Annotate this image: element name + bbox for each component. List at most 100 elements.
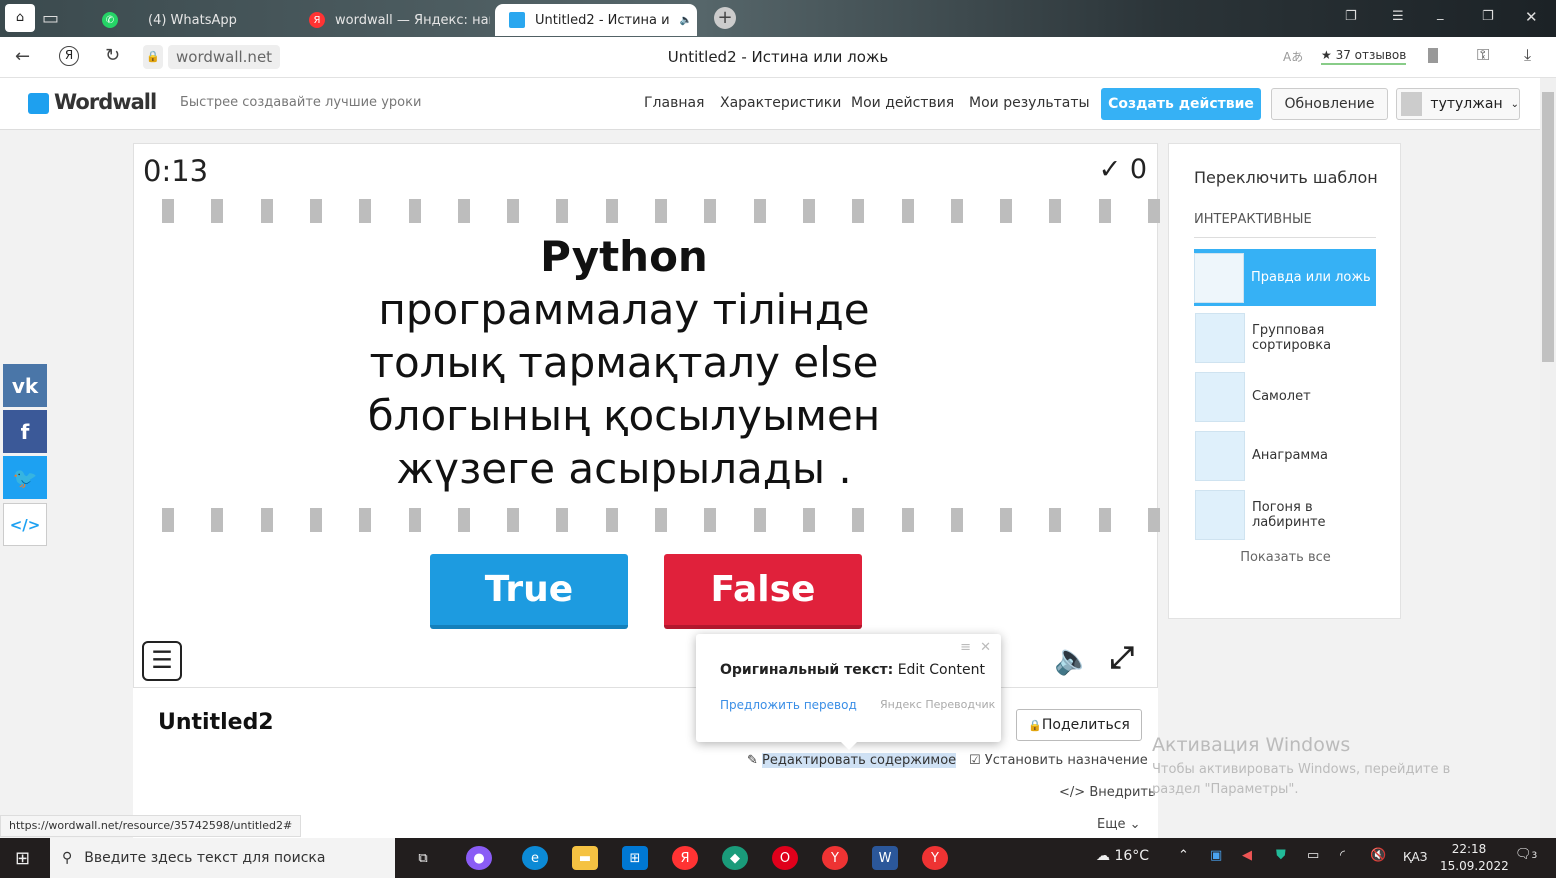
back-icon[interactable]: ←	[15, 46, 30, 67]
twitter-share-icon[interactable]: 🐦	[3, 456, 47, 499]
sound-icon[interactable]: 🔈	[1054, 642, 1091, 677]
collections-icon[interactable]: ❐	[1345, 9, 1357, 24]
restore-icon[interactable]: ❐	[1482, 9, 1494, 24]
nav-features[interactable]: Характеристики	[720, 95, 841, 111]
windows-watermark-title: Активация Windows	[1152, 734, 1351, 756]
translate-icon[interactable]: Aあ	[1283, 48, 1303, 65]
template-anagram[interactable]: Анаграмма	[1195, 427, 1377, 484]
popup-close-icon[interactable]: ✕	[980, 640, 991, 655]
chevron-up-icon[interactable]: ⌃	[1178, 848, 1189, 863]
close-window-icon[interactable]: ✕	[1525, 8, 1538, 26]
reviews-link[interactable]: ★ 37 отзывов	[1321, 48, 1407, 65]
windows-start-icon[interactable]: ⊞	[15, 848, 30, 869]
more-link[interactable]: Еще ⌄	[1097, 817, 1141, 832]
notifications-icon[interactable]: 🗨3	[1515, 847, 1537, 862]
upgrade-button[interactable]: Обновление	[1271, 88, 1388, 120]
yandex-icon[interactable]: Я	[672, 846, 698, 870]
new-tab-button[interactable]: +	[714, 7, 736, 29]
site-header: Wordwall Быстрее создавайте лучшие уроки…	[0, 78, 1540, 130]
dash-mark	[704, 199, 717, 223]
extensions-icon[interactable]: ⚿	[1477, 45, 1489, 65]
dash-mark	[408, 508, 421, 532]
minimize-icon[interactable]: _	[1437, 6, 1444, 21]
edit-content-link[interactable]: ✎ Редактировать содержимое	[747, 753, 957, 768]
menu-icon[interactable]: ☰	[1392, 9, 1404, 24]
yandex-icon: Я	[309, 12, 325, 28]
dash-mark	[211, 508, 224, 532]
browser-tab-bar: ⌂ ▭ ✆ (4) WhatsApp Яwordwall — Яндекс: на…	[0, 0, 1556, 37]
task-view-icon[interactable]: ⧉	[410, 846, 436, 870]
yandex-browser-icon-2[interactable]: Y	[922, 846, 948, 870]
popup-menu-icon[interactable]: ≡	[960, 640, 971, 655]
false-button[interactable]: False	[664, 554, 862, 629]
volume-muted-icon[interactable]: 🔇	[1370, 848, 1386, 863]
dash-mark	[359, 508, 372, 532]
embed-share-icon[interactable]: </>	[3, 503, 47, 546]
dash-mark	[950, 199, 963, 223]
nav-my-results[interactable]: Мои результаты	[969, 95, 1090, 111]
dash-mark	[556, 199, 569, 223]
dash-mark	[802, 199, 815, 223]
store-icon[interactable]: ⊞	[622, 846, 648, 870]
sidebar-section: ИНТЕРАКТИВНЫЕ	[1194, 212, 1312, 227]
user-menu[interactable]: тутулжан ⌄	[1396, 88, 1520, 120]
create-activity-button[interactable]: Создать действие	[1101, 88, 1261, 120]
tray-app-icon[interactable]: ▣	[1210, 848, 1222, 863]
reload-icon[interactable]: ↻	[105, 45, 120, 66]
url-field[interactable]: wordwall.net	[168, 45, 281, 69]
tab-whatsapp[interactable]: ✆ (4) WhatsApp	[88, 4, 288, 36]
explorer-icon[interactable]: ▬	[572, 846, 598, 870]
bookmark-icon[interactable]	[1428, 48, 1438, 63]
dash-mark	[1148, 508, 1160, 532]
download-icon[interactable]: ⤓	[1524, 45, 1531, 65]
dash-mark	[359, 199, 372, 223]
search-icon: ⚲	[62, 850, 73, 866]
opera-icon[interactable]: O	[772, 846, 798, 870]
nav-home[interactable]: Главная	[644, 95, 704, 111]
template-true-false[interactable]: Правда или ложь	[1194, 249, 1376, 306]
vpn-icon[interactable]: ◆	[722, 846, 748, 870]
tray-speaker-icon[interactable]: ◀	[1242, 848, 1252, 863]
lock-icon[interactable]: 🔒	[143, 45, 163, 69]
tab-wordwall[interactable]: Untitled2 - Истина и🔈✕	[495, 4, 697, 36]
dash-mark	[901, 199, 914, 223]
question-text: Python программалау тілінде толық тармақ…	[367, 232, 881, 493]
menu-icon[interactable]: ☰	[142, 641, 182, 681]
taskbar-search[interactable]: ⚲ Введите здесь текст для поиска	[50, 838, 395, 878]
clock[interactable]: 22:18 15.09.2022	[1440, 841, 1509, 875]
status-url: https://wordwall.net/resource/35742598/u…	[0, 815, 302, 837]
fullscreen-icon[interactable]: ⤢	[1110, 640, 1134, 675]
scrollbar[interactable]	[1540, 78, 1556, 838]
set-assignment-link[interactable]: ☑ Установить назначение	[969, 753, 1148, 768]
share-button[interactable]: 🔒 Поделиться	[1016, 709, 1142, 741]
edge-icon[interactable]: e	[522, 846, 548, 870]
home-icon[interactable]: ⌂	[5, 4, 35, 32]
dash-mark	[901, 508, 914, 532]
template-maze-chase[interactable]: Погоня в лабиринте	[1195, 486, 1377, 543]
wifi-icon[interactable]: ◜	[1340, 848, 1345, 863]
security-icon[interactable]: ⛊	[1276, 848, 1286, 863]
tab-yandex-search[interactable]: Яwordwall — Яндекс: нашла	[295, 4, 490, 36]
word-icon[interactable]: W	[872, 846, 898, 870]
template-group-sort[interactable]: Групповая сортировка	[1195, 309, 1377, 366]
template-thumb	[1194, 252, 1244, 303]
speaker-icon[interactable]: 🔈	[680, 15, 692, 26]
suggest-translation-link[interactable]: Предложить перевод	[720, 698, 857, 712]
weather[interactable]: ☁ 16°C	[1096, 848, 1149, 864]
true-button[interactable]: True	[430, 554, 628, 629]
battery-icon[interactable]: ▭	[1307, 848, 1319, 863]
embed-link[interactable]: </> Внедрить	[1059, 785, 1156, 800]
template-airplane[interactable]: Самолет	[1195, 368, 1377, 425]
nav-my-activities[interactable]: Мои действия	[851, 95, 954, 111]
yandex-browser-icon[interactable]: Y	[822, 846, 848, 870]
show-all-link[interactable]: Показать все	[1169, 550, 1402, 565]
dash-mark	[1000, 199, 1013, 223]
new-folder-icon[interactable]: ▭	[42, 8, 59, 29]
logo[interactable]: Wordwall	[54, 90, 157, 114]
language-indicator[interactable]: ҚАЗ	[1403, 850, 1427, 864]
alice-icon[interactable]: ●	[466, 846, 492, 870]
facebook-share-icon[interactable]: f	[3, 410, 47, 453]
sidebar-title: Переключить шаблон	[1194, 168, 1378, 187]
yandex-home-icon[interactable]: Я	[59, 46, 79, 66]
vk-share-icon[interactable]: vk	[3, 364, 47, 407]
